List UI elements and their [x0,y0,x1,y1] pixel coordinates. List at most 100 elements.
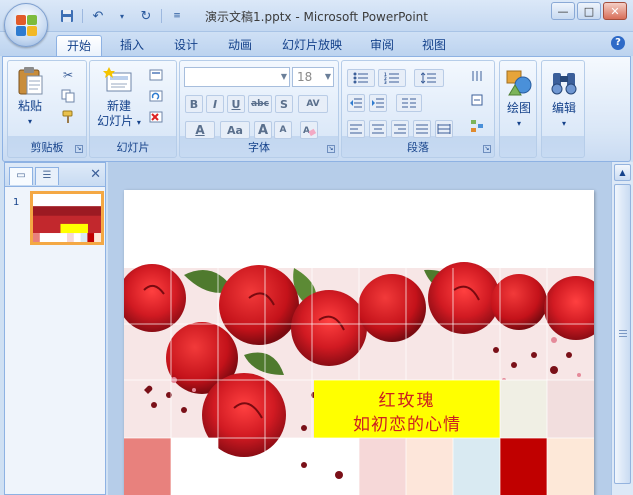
justify-icon[interactable] [413,120,431,138]
editing-label: 编辑 [551,101,576,115]
thumbnail-art [33,194,101,242]
group-label-paragraph: 段落 [407,141,429,154]
align-text-icon[interactable] [464,91,490,109]
underline-button[interactable]: U [227,95,245,113]
shadow-button[interactable]: S [275,95,293,113]
chevron-down-icon: ▾ [561,119,566,128]
chevron-down-icon: ▾ [516,119,521,128]
customize-qat-icon[interactable]: ≡ [168,7,186,25]
increase-indent-icon[interactable] [369,94,387,112]
tab-slideshow[interactable]: 幻灯片放映 [272,35,352,56]
maximize-button[interactable]: □ [577,2,601,20]
help-icon[interactable]: ? [611,36,625,50]
slides-tab-icon[interactable]: ▭ [9,167,33,185]
undo-icon[interactable]: ↶ [89,7,107,25]
chevron-down-icon[interactable]: ▾ [113,7,131,25]
slide-editing-area: 红玫瑰 如初恋的心情 [108,162,611,495]
quick-access-toolbar: ↶ ▾ ↻ ≡ [58,6,186,26]
slide-text-line-2[interactable]: 如初恋的心情 [314,410,500,435]
paste-button[interactable]: 粘贴 ▾ [12,65,48,129]
grip-line [619,333,627,334]
group-label-font: 字体 [248,141,270,154]
numbering-icon[interactable]: 123 [378,69,406,87]
save-icon[interactable] [58,7,76,25]
tab-review[interactable]: 审阅 [360,35,404,56]
grow-font-button[interactable]: A [254,121,272,139]
grip-line [619,336,627,337]
cut-icon[interactable]: ✂ [60,67,76,83]
tab-home[interactable]: 开始 [56,35,103,56]
tab-design[interactable]: 设计 [164,35,208,56]
font-color-button[interactable]: A [185,121,215,139]
dialog-launcher-icon[interactable]: ↘ [75,145,83,153]
align-right-icon[interactable] [391,120,409,138]
character-spacing-button[interactable]: AV [298,95,328,113]
clear-formatting-icon[interactable]: A [300,121,318,139]
tab-insert[interactable]: 插入 [110,35,154,56]
layout-icon[interactable] [148,67,164,83]
office-logo-icon [16,15,38,37]
close-icon[interactable]: ✕ [90,167,101,182]
copy-icon[interactable] [60,88,76,104]
scroll-up-icon[interactable]: ▲ [614,164,631,181]
group-paragraph: 123 段落 ↘ [341,60,495,158]
smartart-icon[interactable] [464,117,490,135]
slide-text-line-1[interactable]: 红玫瑰 [314,386,500,411]
tab-view[interactable]: 视图 [412,35,456,56]
new-slide-button[interactable]: 新建 幻灯片 ▾ [94,65,144,130]
grip-line [619,330,627,331]
tab-animation[interactable]: 动画 [218,35,262,56]
slide-artwork [124,190,594,495]
editing-button[interactable]: 编辑 ▾ [546,67,582,131]
font-size-combo[interactable]: 18 ▼ [292,67,334,87]
svg-text:3: 3 [384,80,387,84]
new-slide-label: 新建 [106,99,131,113]
ribbon-tab-bar: 开始 插入 设计 动画 幻灯片放映 审阅 视图 ? [0,32,633,56]
office-button[interactable] [4,3,48,47]
qat-separator [82,9,83,23]
title-bar: ↶ ▾ ↻ ≡ 演示文稿1.pptx - Microsoft PowerPoin… [0,0,633,32]
window-controls: — □ ✕ [551,2,627,20]
slide-thumbnail[interactable] [30,191,104,245]
reset-icon[interactable] [148,88,164,104]
dialog-launcher-icon[interactable]: ↘ [327,145,335,153]
close-button[interactable]: ✕ [603,2,627,20]
align-center-icon[interactable] [369,120,387,138]
group-editing: 编辑 ▾ [541,60,585,158]
svg-text:A: A [303,126,310,136]
bullets-icon[interactable] [347,69,375,87]
font-size-value: 18 [297,70,313,84]
change-case-button[interactable]: Aa [220,121,250,139]
shrink-font-button[interactable]: A [274,121,292,139]
scroll-thumb[interactable] [614,184,631,484]
decrease-indent-icon[interactable] [347,94,365,112]
vertical-scrollbar[interactable]: ▲ [611,162,633,495]
chevron-down-icon: ▼ [280,72,287,81]
binoculars-icon [548,67,580,99]
outline-tab-icon[interactable]: ☰ [35,167,59,185]
align-left-icon[interactable] [347,120,365,138]
new-slide-label-2: 幻灯片 ▾ [97,114,141,128]
bold-button[interactable]: B [185,95,203,113]
drawing-button[interactable]: 绘图 ▾ [502,67,536,131]
italic-button[interactable]: I [206,95,224,113]
minimize-button[interactable]: — [551,2,575,20]
strikethrough-button[interactable]: abc [248,95,272,113]
group-drawing: 绘图 ▾ [499,60,537,158]
dialog-launcher-icon[interactable]: ↘ [483,145,491,153]
format-painter-icon[interactable] [60,109,76,125]
group-label-slides: 幻灯片 [116,141,150,154]
redo-icon[interactable]: ↻ [137,7,155,25]
line-spacing-icon[interactable] [414,69,444,87]
distributed-icon[interactable] [435,120,453,138]
group-slides: 新建 幻灯片 ▾ 幻灯片 [89,60,177,158]
delete-slide-icon[interactable] [148,109,164,125]
chevron-down-icon: ▼ [324,72,331,81]
columns-icon[interactable] [396,94,422,112]
pane-tabs: ▭ ☰ ✕ [5,163,105,187]
font-family-combo[interactable]: ▼ [184,67,290,87]
group-clipboard: 粘贴 ▾ ✂ 剪贴板 ↘ [7,60,87,158]
text-direction-icon[interactable] [464,67,490,85]
new-slide-icon [103,65,135,97]
slide-canvas[interactable]: 红玫瑰 如初恋的心情 [124,190,594,495]
